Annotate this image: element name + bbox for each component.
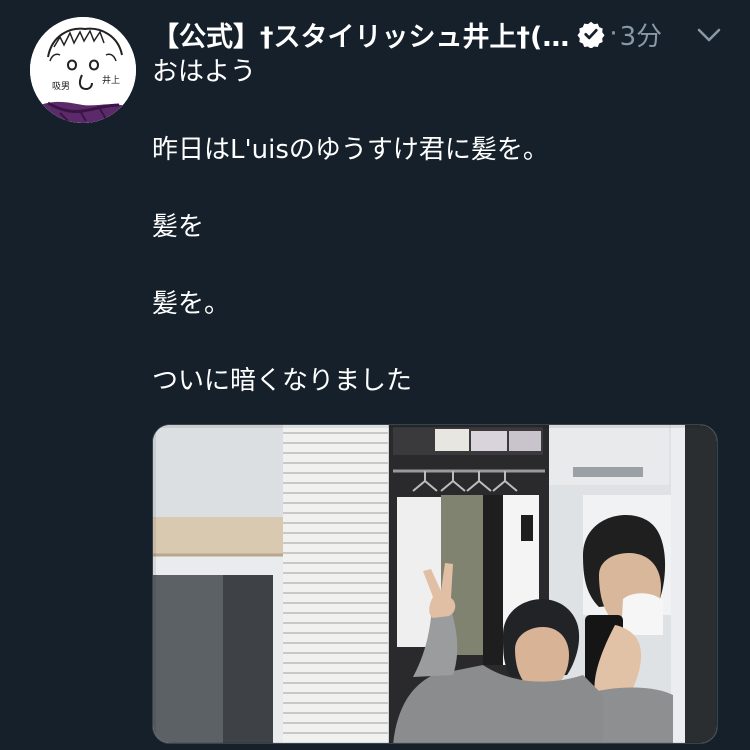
verified-badge-icon — [577, 21, 605, 48]
header-separator: · — [609, 19, 618, 49]
avatar-face-icon: 吸男 井上 — [30, 17, 136, 123]
tweet-text-line: ついに暗くなりました — [152, 366, 413, 396]
avatar-stamp-left: 吸男 — [52, 81, 70, 92]
avatar-stamp-right: 井上 — [102, 74, 120, 86]
tweet-text-line: おはよう — [152, 57, 257, 87]
display-name[interactable]: 【公式】†スタイリッシュ井上†(… — [152, 15, 569, 54]
avatar[interactable]: 吸男 井上 — [30, 17, 136, 123]
tweet-header: 【公式】†スタイリッシュ井上†(… · 3分 — [152, 14, 732, 54]
tweet-photo[interactable] — [152, 424, 718, 744]
tweet[interactable]: 吸男 井上 【公式】†スタイリッシュ井上†(… · 3分 おはよう 昨日はL'u… — [0, 0, 750, 750]
chevron-down-icon[interactable] — [694, 20, 724, 50]
tweet-text-line: 髪を — [152, 212, 205, 242]
tweet-text-line: 昨日はL'uisのゆうすけ君に髪を。 — [152, 135, 549, 165]
tweet-text-line: 髪を。 — [152, 289, 231, 319]
timestamp[interactable]: 3分 — [620, 16, 663, 53]
photo-image — [153, 425, 717, 743]
